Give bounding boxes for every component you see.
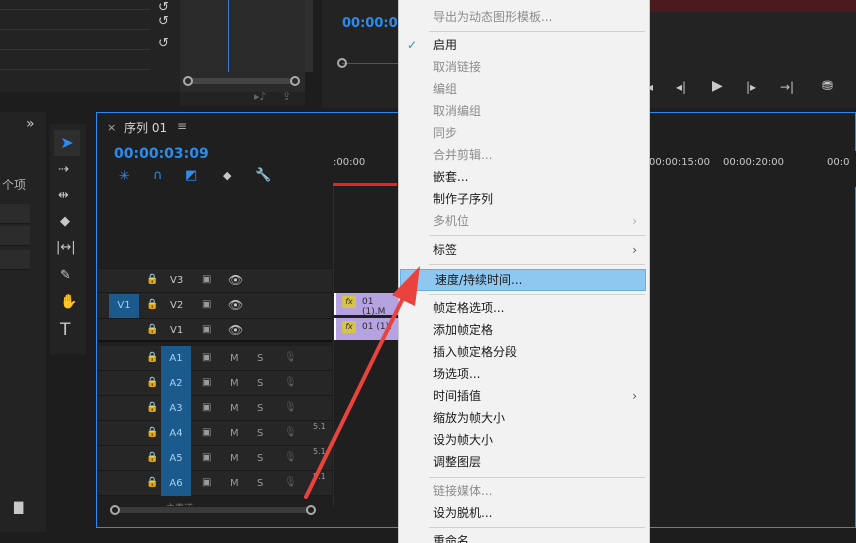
annotation-arrow-shaft — [304, 294, 406, 499]
annotation-arrowhead — [392, 266, 420, 306]
annotation-arrow — [304, 266, 420, 499]
